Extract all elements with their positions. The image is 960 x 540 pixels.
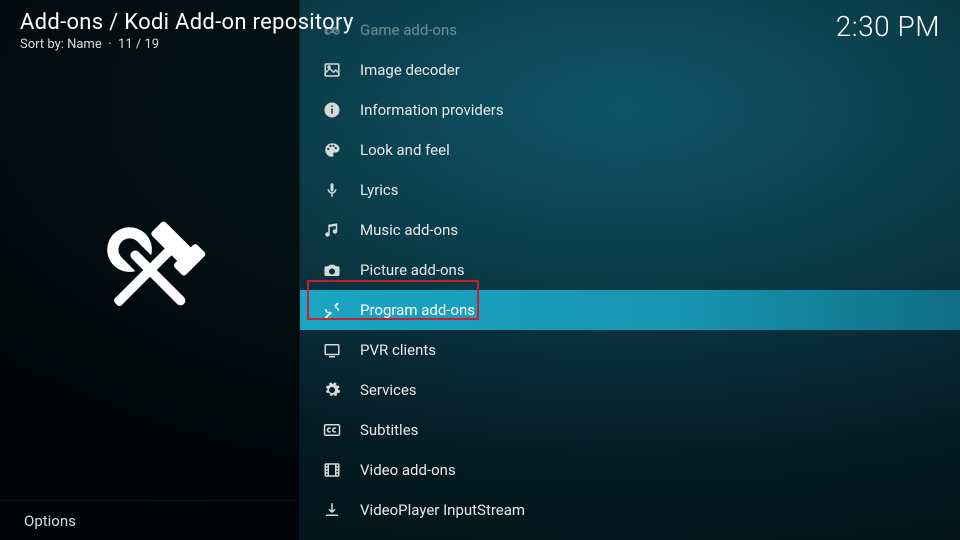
- mic-icon: [322, 180, 342, 200]
- list-item-label: Image decoder: [360, 61, 460, 79]
- options-label: Options: [24, 512, 76, 530]
- list-item-label: VideoPlayer InputStream: [360, 501, 525, 519]
- list-item[interactable]: Information providers: [300, 90, 960, 130]
- list-item-label: Program add-ons: [360, 301, 475, 319]
- breadcrumb: Add-ons / Kodi Add-on repository: [20, 10, 354, 35]
- list-item[interactable]: PVR clients: [300, 330, 960, 370]
- list-item[interactable]: Music add-ons: [300, 210, 960, 250]
- list-item[interactable]: Picture add-ons: [300, 250, 960, 290]
- list-item[interactable]: Look and feel: [300, 130, 960, 170]
- film-icon: [322, 460, 342, 480]
- camera-icon: [322, 260, 342, 280]
- list-item-label: Subtitles: [360, 421, 418, 439]
- image-decoder-icon: [322, 60, 342, 80]
- list-item-label: Lyrics: [360, 181, 399, 199]
- list-item-label: Video add-ons: [360, 461, 456, 479]
- list-item[interactable]: Program add-ons: [300, 290, 960, 330]
- list-item[interactable]: Video add-ons: [300, 450, 960, 490]
- category-list: Game add-onsImage decoderInformation pro…: [300, 0, 960, 540]
- palette-icon: [322, 140, 342, 160]
- gear-icon: [322, 380, 342, 400]
- sort-label: Sort by: Name: [20, 37, 102, 52]
- sidebar: Options: [0, 0, 300, 540]
- list-item[interactable]: Virtual filesystems: [300, 530, 960, 540]
- list-item[interactable]: Services: [300, 370, 960, 410]
- list-item[interactable]: Image decoder: [300, 50, 960, 90]
- info-icon: [322, 100, 342, 120]
- list-item-label: Services: [360, 381, 417, 399]
- options-button[interactable]: Options: [0, 500, 299, 540]
- main-list-area: Game add-onsImage decoderInformation pro…: [300, 0, 960, 540]
- cc-icon: [322, 420, 342, 440]
- list-item-label: Music add-ons: [360, 221, 458, 239]
- list-item-label: Look and feel: [360, 141, 450, 159]
- list-item-label: Information providers: [360, 101, 504, 119]
- header-subline: Sort by: Name · 11 / 19: [20, 37, 354, 52]
- header: Add-ons / Kodi Add-on repository Sort by…: [0, 0, 960, 56]
- list-item-label: PVR clients: [360, 341, 436, 359]
- category-illustration: [0, 40, 299, 500]
- list-item[interactable]: VideoPlayer InputStream: [300, 490, 960, 530]
- download-icon: [322, 500, 342, 520]
- list-item[interactable]: Subtitles: [300, 410, 960, 450]
- clock: 2:30 PM: [836, 10, 940, 43]
- position-label: 11 / 19: [118, 37, 159, 52]
- tools-icon: [322, 300, 342, 320]
- tools-illustration: [70, 190, 230, 350]
- list-item[interactable]: Lyrics: [300, 170, 960, 210]
- tv-icon: [322, 340, 342, 360]
- music-icon: [322, 220, 342, 240]
- list-item-label: Picture add-ons: [360, 261, 465, 279]
